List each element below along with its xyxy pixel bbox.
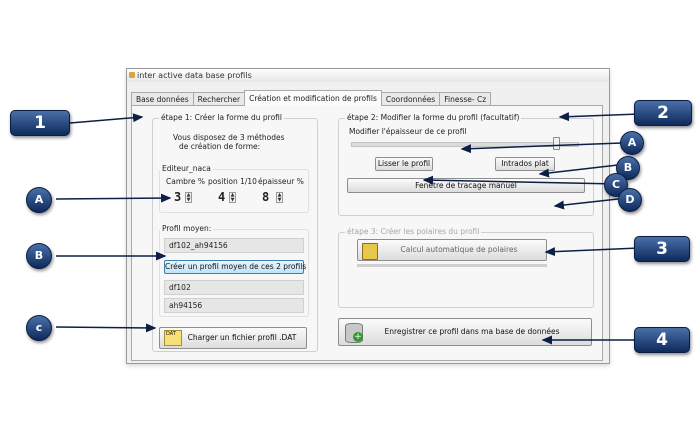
- arrow-1: [69, 113, 144, 124]
- tab-creation-modification[interactable]: Création et modification de profils: [244, 90, 382, 106]
- arrow-a-left: [55, 193, 172, 203]
- marker-c-left: c: [26, 315, 52, 341]
- arrow-a-right: [460, 142, 623, 154]
- marker-2: 2: [634, 100, 692, 126]
- arrow-3: [544, 247, 639, 257]
- marker-3: 3: [634, 236, 690, 262]
- marker-a-right: A: [620, 131, 644, 155]
- marker-4: 4: [634, 327, 690, 353]
- arrow-b-right: [538, 164, 619, 178]
- arrow-c-right: [422, 175, 619, 185]
- marker-b-left: B: [26, 243, 52, 269]
- arrow-c-left: [55, 323, 157, 333]
- marker-1: 1: [10, 110, 70, 136]
- marker-a-left: A: [26, 187, 52, 213]
- marker-d-right: D: [618, 188, 642, 212]
- annotation-arrows: [55, 112, 641, 345]
- arrow-2: [558, 112, 641, 122]
- arrow-d-right: [553, 198, 619, 210]
